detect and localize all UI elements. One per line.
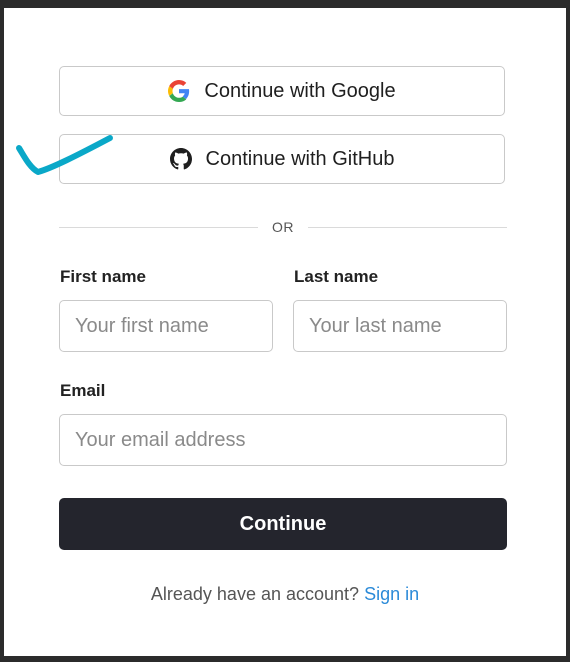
google-icon: [168, 80, 190, 102]
github-button-label: Continue with GitHub: [205, 147, 395, 170]
continue-button[interactable]: Continue: [59, 498, 507, 550]
divider-line-left: [59, 226, 258, 228]
divider-text: OR: [272, 219, 294, 235]
sign-in-link[interactable]: Sign in: [364, 584, 419, 604]
first-name-input[interactable]: [59, 300, 273, 352]
continue-with-google-button[interactable]: Continue with Google: [59, 66, 505, 116]
divider-line-right: [308, 226, 507, 228]
last-name-input[interactable]: [293, 300, 507, 352]
google-button-label: Continue with Google: [204, 79, 396, 102]
continue-with-github-button[interactable]: Continue with GitHub: [59, 134, 505, 184]
sign-in-prompt: Already have an account? Sign in: [4, 584, 566, 605]
email-label: Email: [60, 381, 106, 400]
signup-panel: Continue with Google Continue with GitHu…: [4, 8, 566, 656]
email-input[interactable]: [59, 414, 507, 466]
sign-in-prompt-text: Already have an account?: [150, 584, 360, 604]
github-icon: [169, 148, 192, 170]
or-divider: OR: [59, 216, 507, 238]
checkmark-annotation-icon: [16, 135, 113, 175]
last-name-label: Last name: [294, 267, 379, 286]
first-name-label: First name: [60, 267, 146, 286]
